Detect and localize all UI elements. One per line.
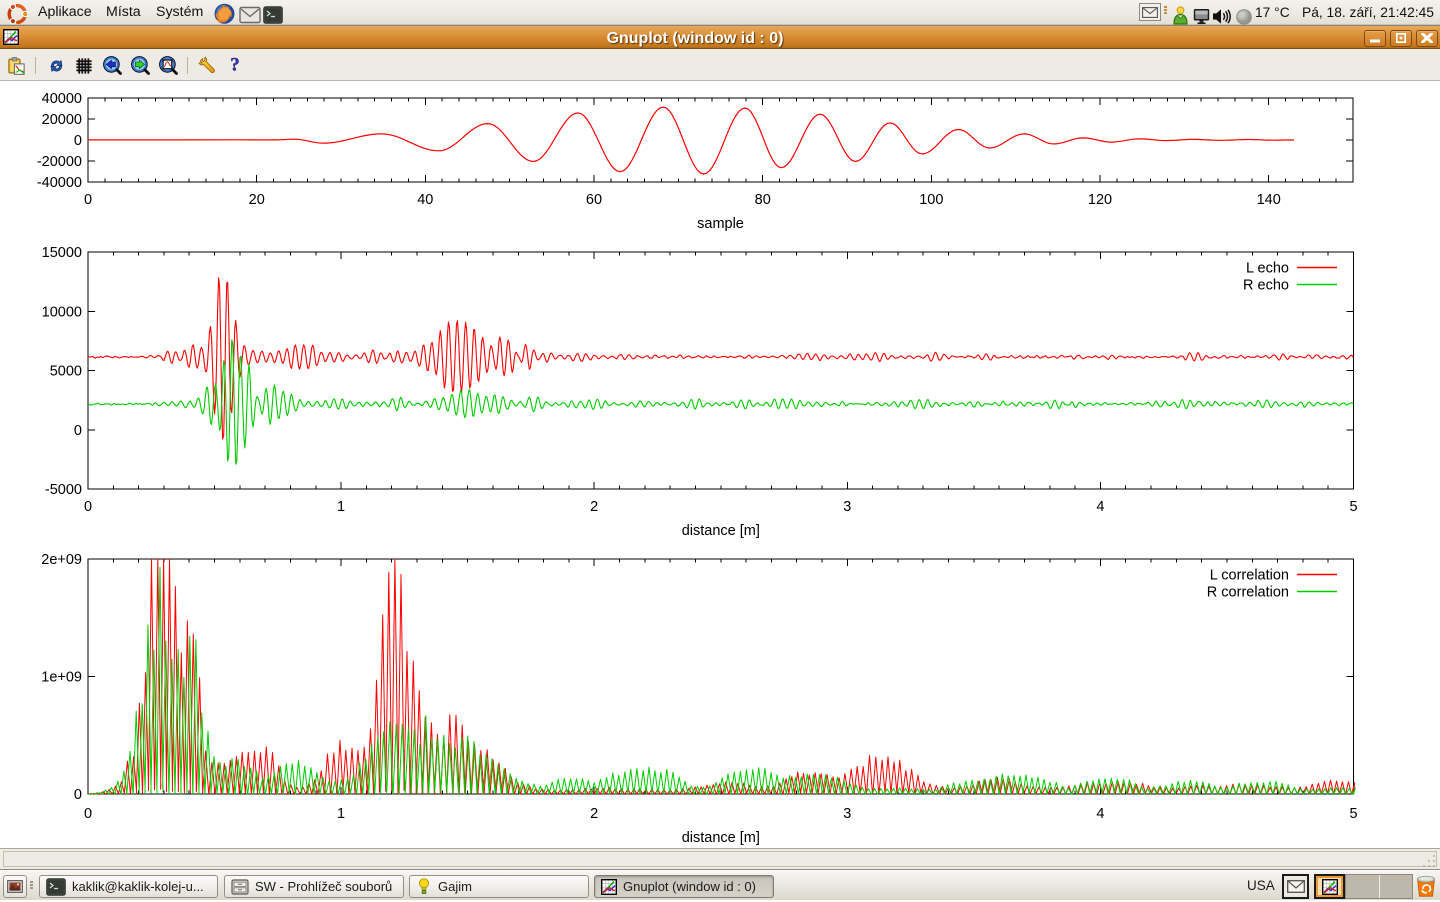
svg-text:2: 2 bbox=[590, 499, 598, 515]
svg-text:10000: 10000 bbox=[42, 304, 82, 320]
svg-text:sample: sample bbox=[697, 216, 744, 232]
svg-text:3: 3 bbox=[843, 499, 851, 515]
svg-text:-5000: -5000 bbox=[45, 482, 82, 498]
svg-text:15000: 15000 bbox=[42, 245, 82, 261]
svg-text:5: 5 bbox=[1349, 806, 1357, 822]
svg-text:100: 100 bbox=[919, 192, 943, 208]
svg-text:L echo: L echo bbox=[1246, 261, 1289, 277]
svg-text:2e+09: 2e+09 bbox=[41, 552, 82, 568]
svg-text:0: 0 bbox=[74, 423, 82, 439]
svg-text:1: 1 bbox=[337, 499, 345, 515]
svg-text:60: 60 bbox=[586, 192, 602, 208]
svg-text:1: 1 bbox=[337, 806, 345, 822]
svg-text:20: 20 bbox=[249, 192, 265, 208]
svg-text:5000: 5000 bbox=[50, 364, 82, 380]
svg-text:4: 4 bbox=[1096, 806, 1104, 822]
svg-text:80: 80 bbox=[755, 192, 771, 208]
svg-text:0: 0 bbox=[84, 806, 92, 822]
svg-text:R echo: R echo bbox=[1243, 278, 1289, 294]
svg-text:?: ? bbox=[230, 56, 239, 75]
svg-text:0: 0 bbox=[84, 499, 92, 515]
svg-text:-20000: -20000 bbox=[37, 154, 82, 170]
svg-text:0: 0 bbox=[74, 133, 82, 149]
svg-text:120: 120 bbox=[1088, 192, 1112, 208]
svg-text:40000: 40000 bbox=[42, 91, 82, 107]
svg-text:1e+09: 1e+09 bbox=[41, 670, 82, 686]
svg-text:3: 3 bbox=[843, 806, 851, 822]
svg-text:L correlation: L correlation bbox=[1210, 568, 1289, 584]
svg-text:0: 0 bbox=[74, 787, 82, 803]
svg-text:140: 140 bbox=[1257, 192, 1281, 208]
svg-text:0: 0 bbox=[84, 192, 92, 208]
svg-text:2: 2 bbox=[590, 806, 598, 822]
svg-text:4: 4 bbox=[1096, 499, 1104, 515]
svg-text:R correlation: R correlation bbox=[1207, 585, 1289, 601]
svg-text:-40000: -40000 bbox=[37, 175, 82, 191]
svg-text:5: 5 bbox=[1349, 499, 1357, 515]
svg-text:distance [m]: distance [m] bbox=[682, 830, 760, 846]
svg-text:20000: 20000 bbox=[42, 112, 82, 128]
svg-text:40: 40 bbox=[417, 192, 433, 208]
svg-text:distance [m]: distance [m] bbox=[682, 523, 760, 539]
